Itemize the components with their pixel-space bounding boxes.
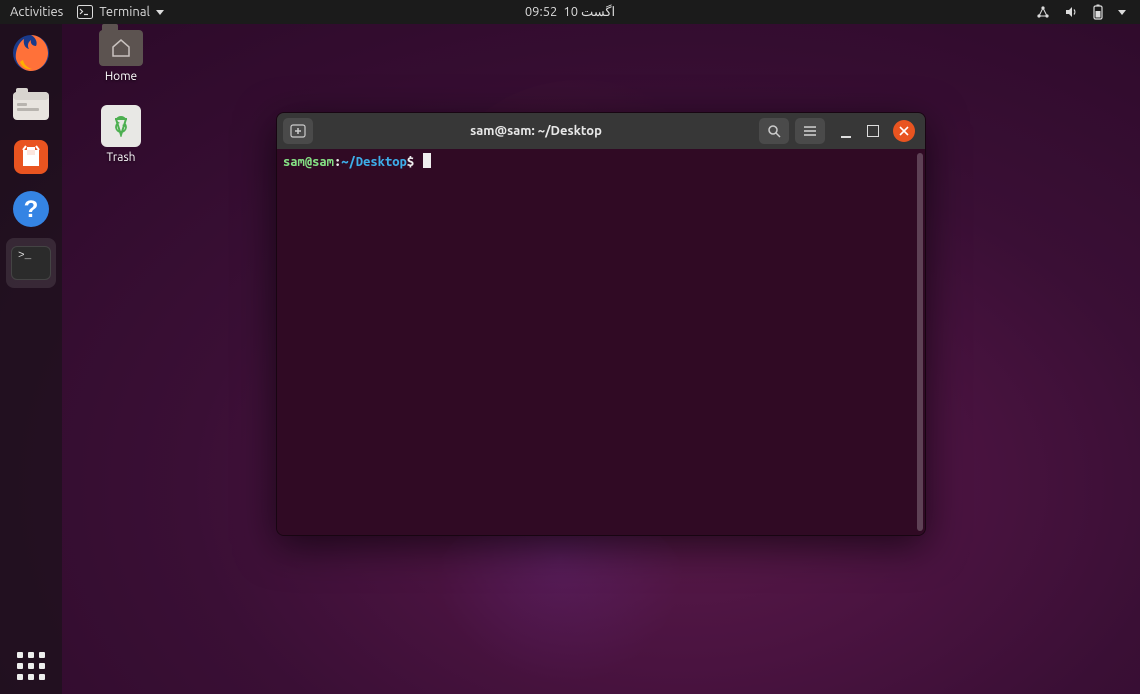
prompt-path: ~/Desktop bbox=[341, 155, 407, 169]
show-applications-button[interactable] bbox=[13, 648, 49, 684]
cursor bbox=[423, 153, 431, 168]
close-icon bbox=[899, 126, 909, 136]
desktop-icons: Home Trash bbox=[86, 30, 156, 164]
scrollbar[interactable] bbox=[917, 153, 923, 531]
dock: ? bbox=[0, 24, 62, 694]
trash-icon bbox=[101, 105, 141, 147]
menu-button[interactable] bbox=[795, 118, 825, 144]
new-tab-button[interactable] bbox=[283, 118, 313, 144]
top-bar: Activities Terminal 09:52 اگست 10 bbox=[0, 0, 1140, 24]
prompt-user: sam bbox=[283, 155, 305, 169]
prompt-symbol: $ bbox=[407, 155, 414, 169]
terminal-icon bbox=[11, 246, 51, 280]
help-icon: ? bbox=[10, 188, 52, 230]
clock[interactable]: 09:52 اگست 10 bbox=[525, 5, 615, 20]
software-icon bbox=[10, 136, 52, 178]
chevron-down-icon bbox=[1118, 10, 1126, 15]
chevron-down-icon bbox=[156, 10, 164, 15]
close-button[interactable] bbox=[893, 120, 915, 142]
desktop-icon-label: Home bbox=[105, 70, 137, 83]
terminal-body[interactable]: sam@sam:~/Desktop$ bbox=[277, 149, 925, 535]
maximize-button[interactable] bbox=[867, 125, 879, 137]
dock-item-files[interactable] bbox=[8, 82, 54, 128]
desktop-icon-home[interactable]: Home bbox=[86, 30, 156, 83]
terminal-prompt-line: sam@sam:~/Desktop$ bbox=[277, 149, 925, 175]
hamburger-icon bbox=[803, 125, 817, 137]
battery-icon bbox=[1092, 4, 1104, 20]
desktop-icon-label: Trash bbox=[106, 151, 135, 164]
search-button[interactable] bbox=[759, 118, 789, 144]
prompt-host: sam bbox=[312, 155, 334, 169]
window-title: sam@sam: ~/Desktop bbox=[319, 124, 753, 138]
terminal-icon bbox=[77, 5, 93, 19]
network-icon bbox=[1036, 5, 1050, 19]
dock-item-firefox[interactable] bbox=[8, 30, 54, 76]
desktop-icon-trash[interactable]: Trash bbox=[86, 105, 156, 164]
folder-icon bbox=[99, 30, 143, 66]
files-icon bbox=[10, 86, 52, 124]
new-tab-icon bbox=[290, 124, 306, 138]
activities-button[interactable]: Activities bbox=[10, 5, 63, 19]
firefox-icon bbox=[10, 32, 52, 74]
app-menu-label: Terminal bbox=[99, 5, 150, 19]
volume-icon bbox=[1064, 5, 1078, 19]
window-titlebar[interactable]: sam@sam: ~/Desktop bbox=[277, 113, 925, 149]
search-icon bbox=[767, 124, 781, 138]
system-status-area[interactable] bbox=[1036, 4, 1140, 20]
app-menu[interactable]: Terminal bbox=[77, 5, 164, 19]
dock-item-terminal[interactable] bbox=[6, 238, 56, 288]
svg-text:?: ? bbox=[24, 196, 39, 223]
dock-item-help[interactable]: ? bbox=[8, 186, 54, 232]
minimize-button[interactable] bbox=[839, 124, 853, 138]
clock-date: اگست 10 bbox=[563, 5, 615, 20]
dock-item-software[interactable] bbox=[8, 134, 54, 180]
clock-time: 09:52 bbox=[525, 5, 558, 20]
terminal-window: sam@sam: ~/Desktop sam@sam:~/Desktop$ bbox=[276, 112, 926, 536]
